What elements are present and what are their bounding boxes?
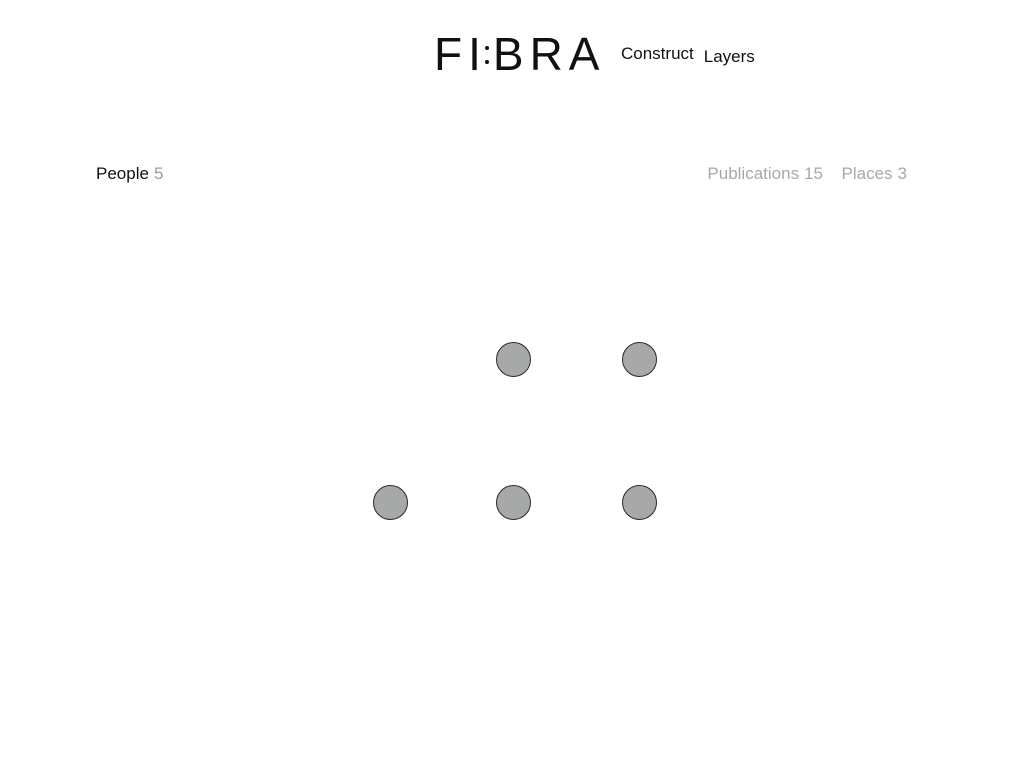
tab-publications-label: Publications — [707, 164, 800, 183]
person-node[interactable] — [496, 342, 531, 377]
logo-text-end: BRA — [492, 28, 606, 80]
tab-people[interactable]: People 5 — [96, 164, 163, 184]
tab-places[interactable]: Places 3 — [842, 164, 908, 184]
logo-colon-glyph — [484, 36, 489, 72]
tab-people-label: People — [96, 164, 149, 183]
app-root: FI BRA Construct Layers People 5 Publicat… — [0, 0, 1024, 768]
tab-places-count: 3 — [897, 164, 907, 183]
person-node[interactable] — [622, 342, 657, 377]
node-canvas — [0, 0, 1024, 768]
tab-places-label: Places — [841, 164, 893, 183]
logo-text-start: FI — [434, 28, 487, 80]
tab-publications-count: 15 — [804, 164, 823, 183]
tab-people-count: 5 — [153, 164, 164, 183]
nav-layers-link[interactable]: Layers — [704, 47, 755, 67]
person-node[interactable] — [496, 485, 531, 520]
person-node[interactable] — [622, 485, 657, 520]
tab-publications[interactable]: Publications 15 — [707, 164, 823, 184]
person-node[interactable] — [373, 485, 408, 520]
category-tabs: People 5 Publications 15 Places 3 — [96, 164, 907, 188]
nav-construct-link[interactable]: Construct — [621, 44, 694, 64]
top-nav: Construct Layers — [621, 44, 755, 67]
fibra-logo[interactable]: FI BRA — [434, 28, 605, 80]
